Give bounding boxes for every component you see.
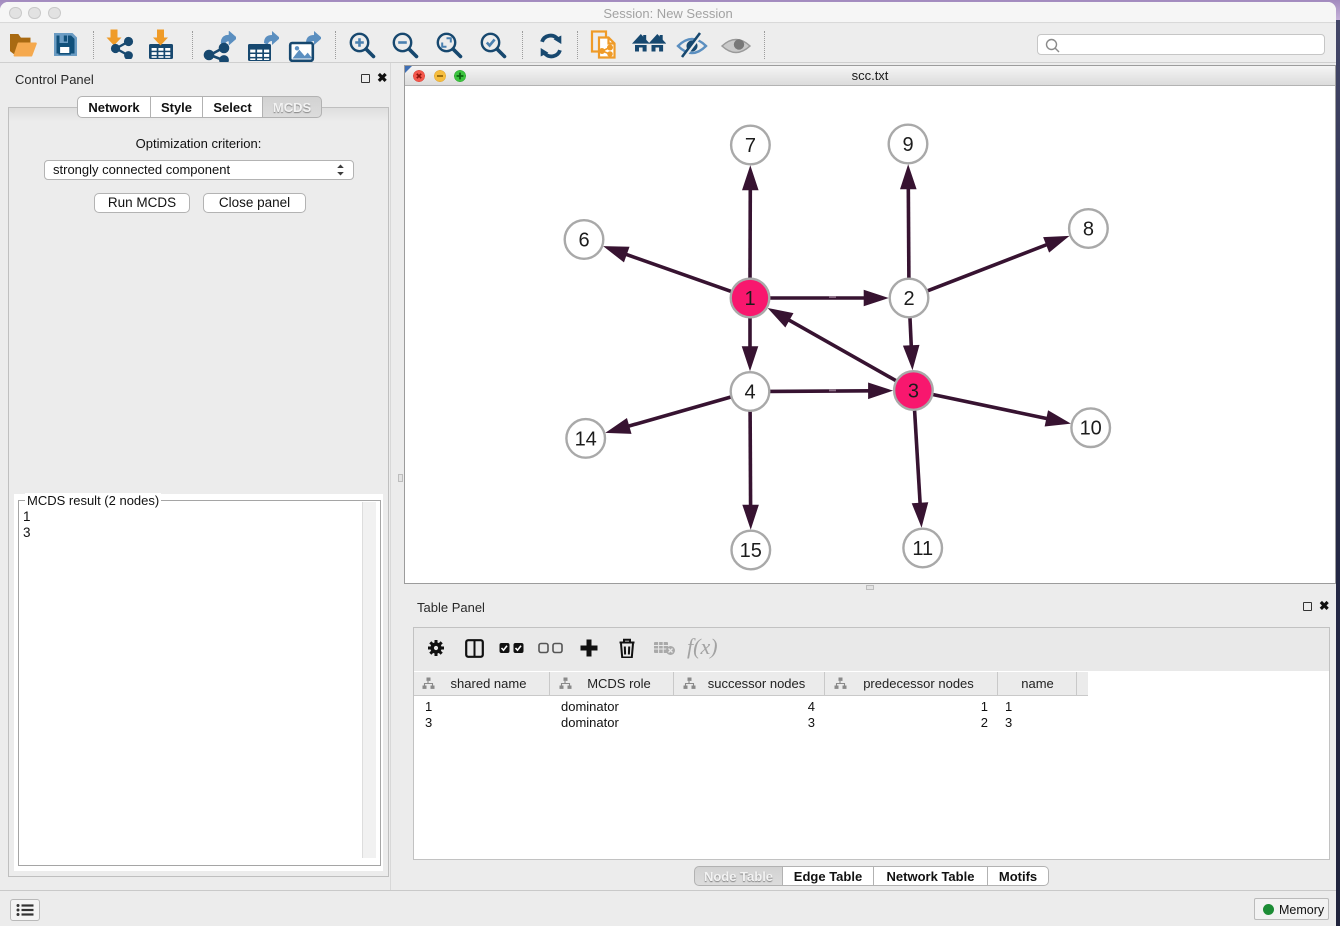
svg-text:6: 6 <box>578 230 589 252</box>
svg-text:14: 14 <box>575 428 597 450</box>
svg-text:3: 3 <box>908 381 919 403</box>
svg-text:8: 8 <box>1083 219 1094 241</box>
svg-text:1: 1 <box>744 288 755 310</box>
svg-text:11: 11 <box>912 538 933 560</box>
svg-text:4: 4 <box>744 382 755 404</box>
svg-text:2: 2 <box>903 288 914 310</box>
svg-text:7: 7 <box>745 135 756 157</box>
svg-text:15: 15 <box>740 540 762 562</box>
svg-text:10: 10 <box>1080 418 1102 440</box>
svg-text:9: 9 <box>902 134 913 156</box>
